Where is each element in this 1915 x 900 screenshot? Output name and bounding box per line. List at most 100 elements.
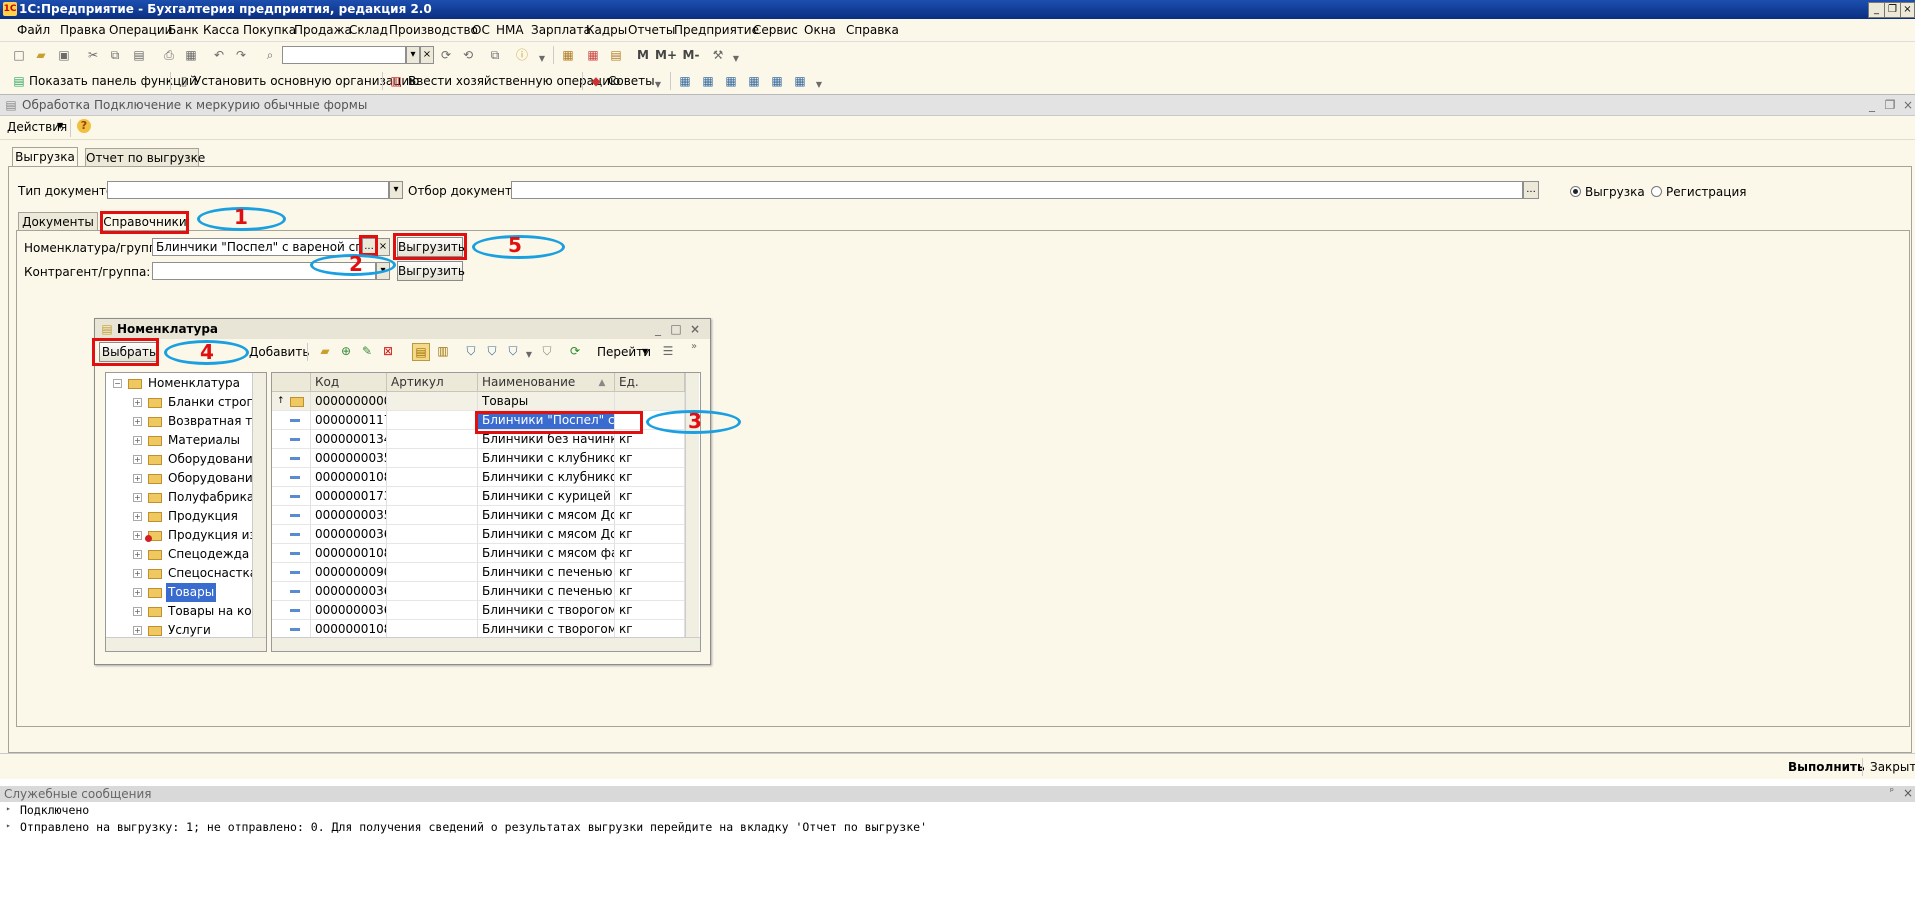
table-row[interactable]: 00000000362 Блинчики с творогом Дома...кг (272, 601, 685, 620)
paste-icon[interactable]: ▤ (131, 47, 147, 63)
table-row[interactable]: 00000001085 Блинчики с мясом фас. 360гкг (272, 544, 685, 563)
menu-sales[interactable]: Продажа (294, 23, 352, 37)
print-preview-icon[interactable]: ▦ (183, 47, 199, 63)
find-icon[interactable]: ⌕ (262, 47, 278, 63)
export-contractor-button[interactable]: Выгрузить (397, 261, 465, 281)
filter-dropdown-icon[interactable]: ▼ (521, 347, 537, 363)
table-row[interactable]: 00000000359 Блинчики с клубникой Дома...к… (272, 449, 685, 468)
menu-operations[interactable]: Операции (109, 23, 172, 37)
info-dropdown-icon[interactable]: ▼ (534, 51, 550, 67)
tree-item[interactable]: + Материалы (106, 431, 266, 450)
tree-item-root[interactable]: − Номенклатура (106, 374, 266, 393)
set-organization-button[interactable]: Установить основную организацию (194, 74, 419, 88)
tab-export-report[interactable]: Отчет по выгрузке (85, 148, 205, 167)
show-panel-button[interactable]: Показать панель функций (29, 74, 197, 88)
list-settings-icon[interactable]: ☰ (660, 343, 676, 359)
contractor-clear-button[interactable]: ▾ (376, 262, 390, 280)
tree-item[interactable]: + Продукция из м (106, 526, 266, 545)
doc-filter-select-button[interactable]: ... (1523, 181, 1539, 199)
menu-bank[interactable]: Банк (168, 23, 199, 37)
doc-type-field[interactable] (107, 181, 389, 199)
cut-icon[interactable]: ✂ (85, 47, 101, 63)
search-dropdown-icon[interactable]: ▾ (406, 46, 420, 64)
tips-button[interactable]: Советы (608, 74, 655, 88)
memory-plus-button[interactable]: M+ (655, 47, 677, 63)
collapse-icon[interactable]: − (113, 379, 122, 388)
calculator-icon[interactable]: ▦ (585, 47, 601, 63)
search-prev-icon[interactable]: ⟲ (460, 47, 476, 63)
table-row[interactable]: 00000000360 Блинчики с мясом Домашни...кг (272, 525, 685, 544)
close-icon[interactable]: × (1900, 2, 1915, 18)
menu-warehouse[interactable]: Склад (349, 23, 388, 37)
minimize-icon[interactable]: _ (1868, 2, 1885, 18)
tree-item[interactable]: + Спецодежда (106, 545, 266, 564)
memory-button[interactable]: M (635, 47, 651, 63)
column-header-article[interactable]: Артикул (387, 373, 478, 392)
more-dropdown-icon[interactable]: ▼ (811, 77, 827, 93)
messages-close-icon[interactable]: × (1903, 786, 1913, 800)
new-document-icon[interactable]: □ (11, 47, 27, 63)
expand-icon[interactable]: + (133, 493, 142, 502)
doc-filter-field[interactable] (511, 181, 1523, 199)
expand-icon[interactable]: + (133, 626, 142, 635)
tree-item[interactable]: + Продукция (106, 507, 266, 526)
menu-production[interactable]: Производство (389, 23, 478, 37)
quick-action-icon[interactable]: ▦ (700, 73, 716, 89)
contractor-field[interactable] (152, 262, 376, 280)
menu-purchase[interactable]: Покупка (243, 23, 296, 37)
pin-icon[interactable]: ᵖ (1890, 787, 1894, 797)
add-folder-icon[interactable]: ▰ (317, 343, 333, 359)
tree-item[interactable]: + Оборудование ( (106, 450, 266, 469)
table-row[interactable]: 00000000361 Блинчики с печенью Домаш...кг (272, 582, 685, 601)
menu-help[interactable]: Справка (846, 23, 899, 37)
menu-salary[interactable]: Зарплата (531, 23, 591, 37)
dialog-close-icon[interactable]: × (687, 321, 703, 337)
tab-export[interactable]: Выгрузка (12, 147, 78, 167)
search-next-icon[interactable]: ⟳ (438, 47, 454, 63)
radio-register[interactable] (1651, 186, 1662, 197)
quick-action-icon[interactable]: ▦ (769, 73, 785, 89)
restore-icon[interactable]: ❐ (1884, 2, 1901, 18)
tree-horizontal-scrollbar[interactable] (106, 637, 266, 651)
expand-icon[interactable]: + (133, 474, 142, 483)
tips-dropdown-icon[interactable]: ▼ (650, 77, 666, 93)
table-row[interactable]: 00000001737 Блинчики с курицей 0,360 гркг (272, 487, 685, 506)
menu-reports[interactable]: Отчеты (628, 23, 675, 37)
tree-item[interactable]: + Возвратная тар (106, 412, 266, 431)
menu-service[interactable]: Сервис (753, 23, 798, 37)
menu-edit[interactable]: Правка (60, 23, 106, 37)
menu-fixed-assets[interactable]: ОС (472, 23, 490, 37)
form-close-icon[interactable]: × (1900, 97, 1915, 113)
filter-icon[interactable]: ⛉ (463, 343, 479, 359)
menu-windows[interactable]: Окна (804, 23, 836, 37)
memory-minus-button[interactable]: M- (680, 47, 702, 63)
print-icon[interactable]: ⎙ (161, 47, 177, 63)
doc-type-dropdown-icon[interactable]: ▾ (389, 181, 403, 199)
quick-action-icon[interactable]: ▦ (746, 73, 762, 89)
save-icon[interactable]: ▣ (56, 47, 72, 63)
windows-icon[interactable]: ⧉ (487, 47, 503, 63)
delete-icon[interactable]: ⊠ (380, 343, 396, 359)
clear-filter-icon[interactable]: ⛉ (539, 343, 555, 359)
menu-intangibles[interactable]: НМА (496, 23, 524, 37)
menu-cash[interactable]: Касса (203, 23, 239, 37)
undo-icon[interactable]: ↶ (211, 47, 227, 63)
expand-icon[interactable]: + (133, 588, 142, 597)
menu-enterprise[interactable]: Предприятие (674, 23, 759, 37)
column-header-unit[interactable]: Ед. (615, 373, 685, 392)
quick-action-icon[interactable]: ▦ (792, 73, 808, 89)
redo-icon[interactable]: ↷ (233, 47, 249, 63)
table-row[interactable]: 00000001347 Блинчики без начинкикг (272, 430, 685, 449)
expand-icon[interactable]: + (133, 569, 142, 578)
nomenclature-select-button[interactable]: ... (362, 238, 376, 256)
help-icon[interactable]: ? (77, 119, 91, 133)
radio-export[interactable] (1570, 186, 1581, 197)
filter-history-icon[interactable]: ⛉ (505, 343, 521, 359)
tree-item[interactable]: + Бланки строгой (106, 393, 266, 412)
tree-item[interactable]: + Спецоснастка (106, 564, 266, 583)
column-header-code[interactable]: Код (311, 373, 387, 392)
tools-icon[interactable]: ⚒ (710, 47, 726, 63)
actions-dropdown-icon[interactable]: ▼ (57, 121, 63, 130)
add-button[interactable]: Добавить (249, 345, 309, 359)
items-table[interactable]: Код Артикул Наименование ▲ Ед. ↑ 00000000… (271, 372, 701, 652)
